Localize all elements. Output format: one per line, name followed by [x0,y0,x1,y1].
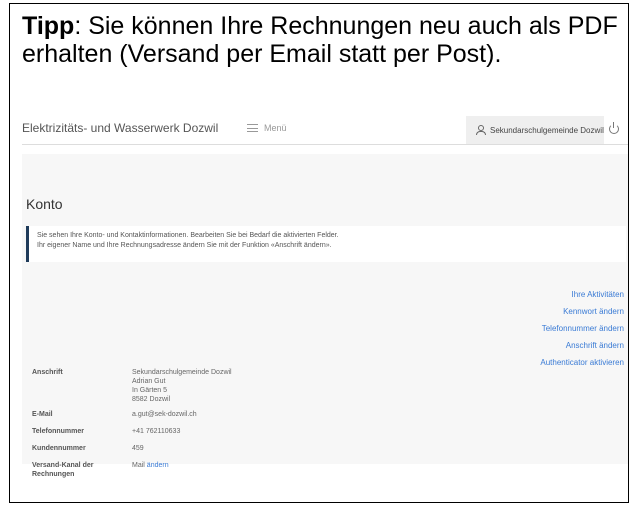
menu-label: Menü [264,123,287,133]
invoice-channel-label: Versand-Kanal der Rechnungen [32,462,94,478]
link-change-address[interactable]: Anschrift ändern [540,337,624,354]
link-activate-authenticator[interactable]: Authenticator aktivieren [540,354,624,371]
address-line: 8582 Dozwil [132,396,171,403]
tip-text: Tipp: Sie können Ihre Rechnungen neu auc… [22,12,622,68]
user-icon [476,125,486,135]
user-button[interactable]: Sekundarschulgemeinde Dozwil [466,116,604,144]
embedded-screenshot: Elektrizitäts- und Wasserwerk Dozwil Men… [22,116,628,502]
info-box: Sie sehen Ihre Konto- und Kontaktinforma… [26,226,626,262]
account-details: Anschrift Sekundarschulgemeinde Dozwil A… [32,368,432,485]
address-label: Anschrift [32,369,63,376]
phone-label: Telefonnummer [32,428,84,435]
table-row: E-Mail a.gut@sek-dozwil.ch [32,410,432,419]
tip-frame: Tipp: Sie können Ihre Rechnungen neu auc… [9,3,629,503]
tip-body: : Sie können Ihre Rechnungen neu auch al… [22,12,618,68]
account-actions: Ihre Aktivitäten Kennwort ändern Telefon… [540,286,624,371]
menu-button[interactable]: Menü [247,123,287,133]
info-line-1: Sie sehen Ihre Konto- und Kontaktinforma… [37,232,339,239]
customer-number-value: 459 [132,445,144,452]
tip-label: Tipp [22,12,75,40]
customer-number-label: Kundennummer [32,445,86,452]
table-row: Versand-Kanal der Rechnungen Mail ändern [32,461,432,479]
phone-value: +41 762110633 [132,428,181,435]
info-line-2: Ihr eigener Name und Ihre Rechnungsadres… [37,242,332,249]
address-value: Sekundarschulgemeinde Dozwil Adrian Gut … [132,368,232,404]
email-label: E-Mail [32,411,53,418]
address-line: Adrian Gut [132,378,166,385]
address-line: In Gärten 5 [132,387,168,394]
table-row: Telefonnummer +41 762110633 [32,427,432,436]
invoice-channel-value: Mail ändern [132,461,169,479]
page-title: Konto [26,196,63,212]
app-title: Elektrizitäts- und Wasserwerk Dozwil [22,121,219,135]
table-row: Anschrift Sekundarschulgemeinde Dozwil A… [32,368,432,404]
top-bar: Elektrizitäts- und Wasserwerk Dozwil Men… [22,116,628,145]
change-channel-link[interactable]: ändern [147,462,169,469]
link-activities[interactable]: Ihre Aktivitäten [540,286,624,303]
hamburger-icon [247,124,258,132]
link-change-phone[interactable]: Telefonnummer ändern [540,320,624,337]
user-name: Sekundarschulgemeinde Dozwil [490,125,604,135]
link-change-password[interactable]: Kennwort ändern [540,303,624,320]
invoice-channel-text: Mail [132,462,145,469]
power-icon[interactable] [609,122,619,134]
email-value: a.gut@sek-dozwil.ch [132,411,197,418]
address-line: Sekundarschulgemeinde Dozwil [132,369,232,376]
table-row: Kundennummer 459 [32,444,432,453]
